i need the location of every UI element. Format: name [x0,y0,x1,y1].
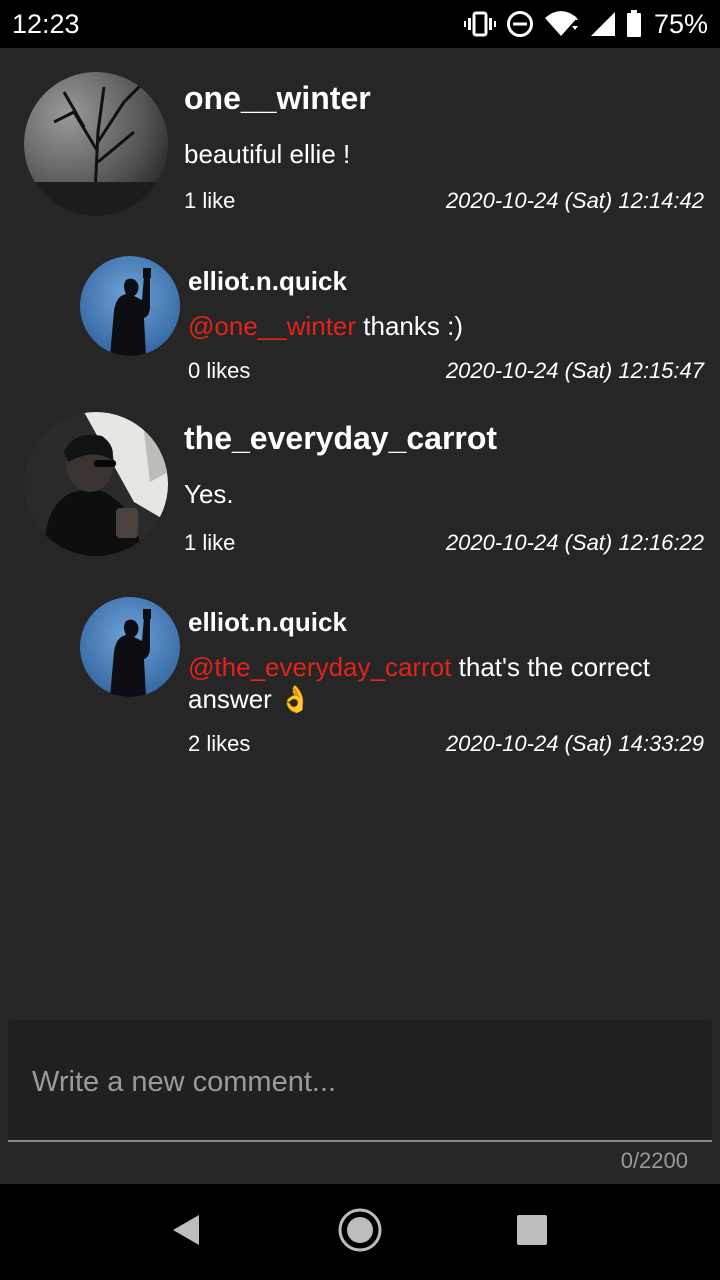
home-button[interactable] [312,1184,408,1280]
battery-icon [626,10,642,38]
avatar[interactable] [24,412,168,556]
status-bar: 12:23 75% [0,0,720,48]
cell-signal-icon [590,11,616,37]
comment-item: one__winter beautiful ellie ! 1 like 202… [0,70,720,220]
reply-item: elliot.n.quick @one__winter thanks :) 0 … [0,256,720,386]
back-icon [171,1213,201,1252]
comment-text: Yes. [184,479,234,509]
mention-link[interactable]: @one__winter [188,311,356,341]
home-icon [337,1207,383,1258]
comment-text: beautiful ellie ! [184,139,351,169]
avatar[interactable] [80,597,180,697]
comment-body: thanks :) [356,311,463,341]
status-icons: 75% [463,8,708,40]
character-counter: 0/2200 [620,1148,688,1173]
like-count[interactable]: 1 like [184,188,235,214]
comment-timestamp: 2020-10-24 (Sat) 12:16:22 [445,530,704,555]
comment-item: the_everyday_carrot Yes. 1 like 2020-10-… [0,412,720,562]
vibrate-icon [463,11,496,37]
comment-text: @the_everyday_carrot that's the correct … [188,651,688,715]
do-not-disturb-icon [506,10,534,38]
comment-username[interactable]: the_everyday_carrot [184,420,497,457]
avatar[interactable] [24,72,168,216]
like-count[interactable]: 1 like [184,530,235,556]
recents-button[interactable] [484,1184,580,1280]
wifi-icon [544,10,580,38]
comment-timestamp: 2020-10-24 (Sat) 12:15:47 [445,358,704,383]
mention-link[interactable]: @the_everyday_carrot [188,652,451,682]
comment-input[interactable] [32,1062,692,1102]
battery-percentage: 75% [653,8,708,39]
like-count[interactable]: 2 likes [188,731,250,757]
like-count[interactable]: 0 likes [188,358,250,384]
comment-username[interactable]: one__winter [184,80,371,117]
comment-text: @one__winter thanks :) [188,310,698,342]
comment-username[interactable]: elliot.n.quick [188,607,347,638]
avatar[interactable] [80,256,180,356]
recents-icon [516,1214,548,1251]
back-button[interactable] [138,1184,234,1280]
comment-timestamp: 2020-10-24 (Sat) 12:14:42 [445,188,704,213]
navigation-bar [0,1184,720,1280]
comment-input-container[interactable] [8,1020,712,1142]
reply-item: elliot.n.quick @the_everyday_carrot that… [0,597,720,767]
comment-username[interactable]: elliot.n.quick [188,266,347,297]
status-time: 12:23 [12,8,80,39]
comment-timestamp: 2020-10-24 (Sat) 14:33:29 [445,731,704,756]
